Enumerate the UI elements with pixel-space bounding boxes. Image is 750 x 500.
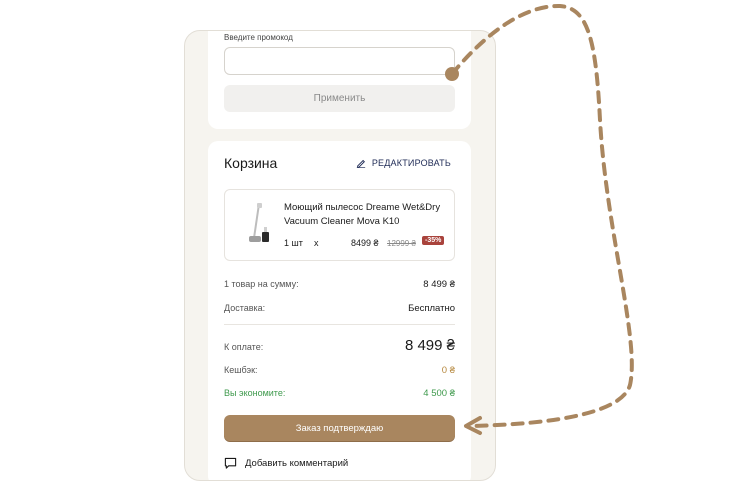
vacuum-cleaner-image [249, 203, 269, 242]
delivery-value: Бесплатно [408, 303, 455, 314]
cashback-value: 0 ₴ [441, 365, 455, 376]
promo-label: Введите промокод [224, 33, 293, 42]
items-sum-label: 1 товар на сумму: [224, 279, 299, 289]
total-row: К оплате: 8 499 ₴ [224, 337, 455, 354]
promo-input[interactable] [224, 47, 455, 75]
summary-divider [224, 324, 455, 325]
edit-cart-button[interactable]: РЕДАКТИРОВАТЬ [356, 158, 451, 168]
savings-row: Вы экономите: 4 500 ₴ [224, 388, 455, 399]
total-value: 8 499 ₴ [404, 337, 455, 354]
comment-icon [224, 457, 237, 469]
cashback-label: Кешбэк: [224, 365, 258, 375]
promo-card: Введите промокод Применить [208, 31, 471, 129]
pencil-icon [356, 159, 366, 168]
add-comment-button[interactable]: Добавить комментарий [224, 457, 348, 470]
product-quantity: 1 шт [284, 238, 303, 248]
checkout-panel: Введите промокод Применить Корзина РЕДАК… [184, 30, 496, 481]
delivery-label: Доставка: [224, 303, 266, 313]
add-comment-label: Добавить комментарий [245, 458, 349, 469]
items-sum-value: 8 499 ₴ [423, 279, 455, 290]
cart-card: Корзина РЕДАКТИРОВАТЬ Моющий пылесос Dre… [208, 141, 471, 480]
quantity-multiplier: х [314, 238, 319, 248]
savings-label: Вы экономите: [224, 388, 286, 398]
cashback-row: Кешбэк: 0 ₴ [224, 365, 455, 376]
items-sum-row: 1 товар на сумму: 8 499 ₴ [224, 279, 455, 290]
savings-value: 4 500 ₴ [423, 388, 455, 399]
cart-item: Моющий пылесос Dreame Wet&Dry Vacuum Cle… [224, 189, 455, 261]
product-old-price: 12999 ₴ [387, 239, 416, 248]
total-label: К оплате: [224, 342, 264, 352]
edit-cart-label: РЕДАКТИРОВАТЬ [371, 158, 451, 168]
cart-title: Корзина [224, 155, 278, 171]
discount-badge: -35% [422, 236, 445, 245]
product-name[interactable]: Моющий пылесос Dreame Wet&Dry Vacuum Cle… [284, 201, 452, 229]
delivery-row: Доставка: Бесплатно [224, 303, 455, 314]
product-price: 8499 ₴ [351, 238, 379, 248]
apply-promo-button[interactable]: Применить [224, 85, 455, 112]
confirm-order-button[interactable]: Заказ подтверждаю [224, 415, 455, 441]
